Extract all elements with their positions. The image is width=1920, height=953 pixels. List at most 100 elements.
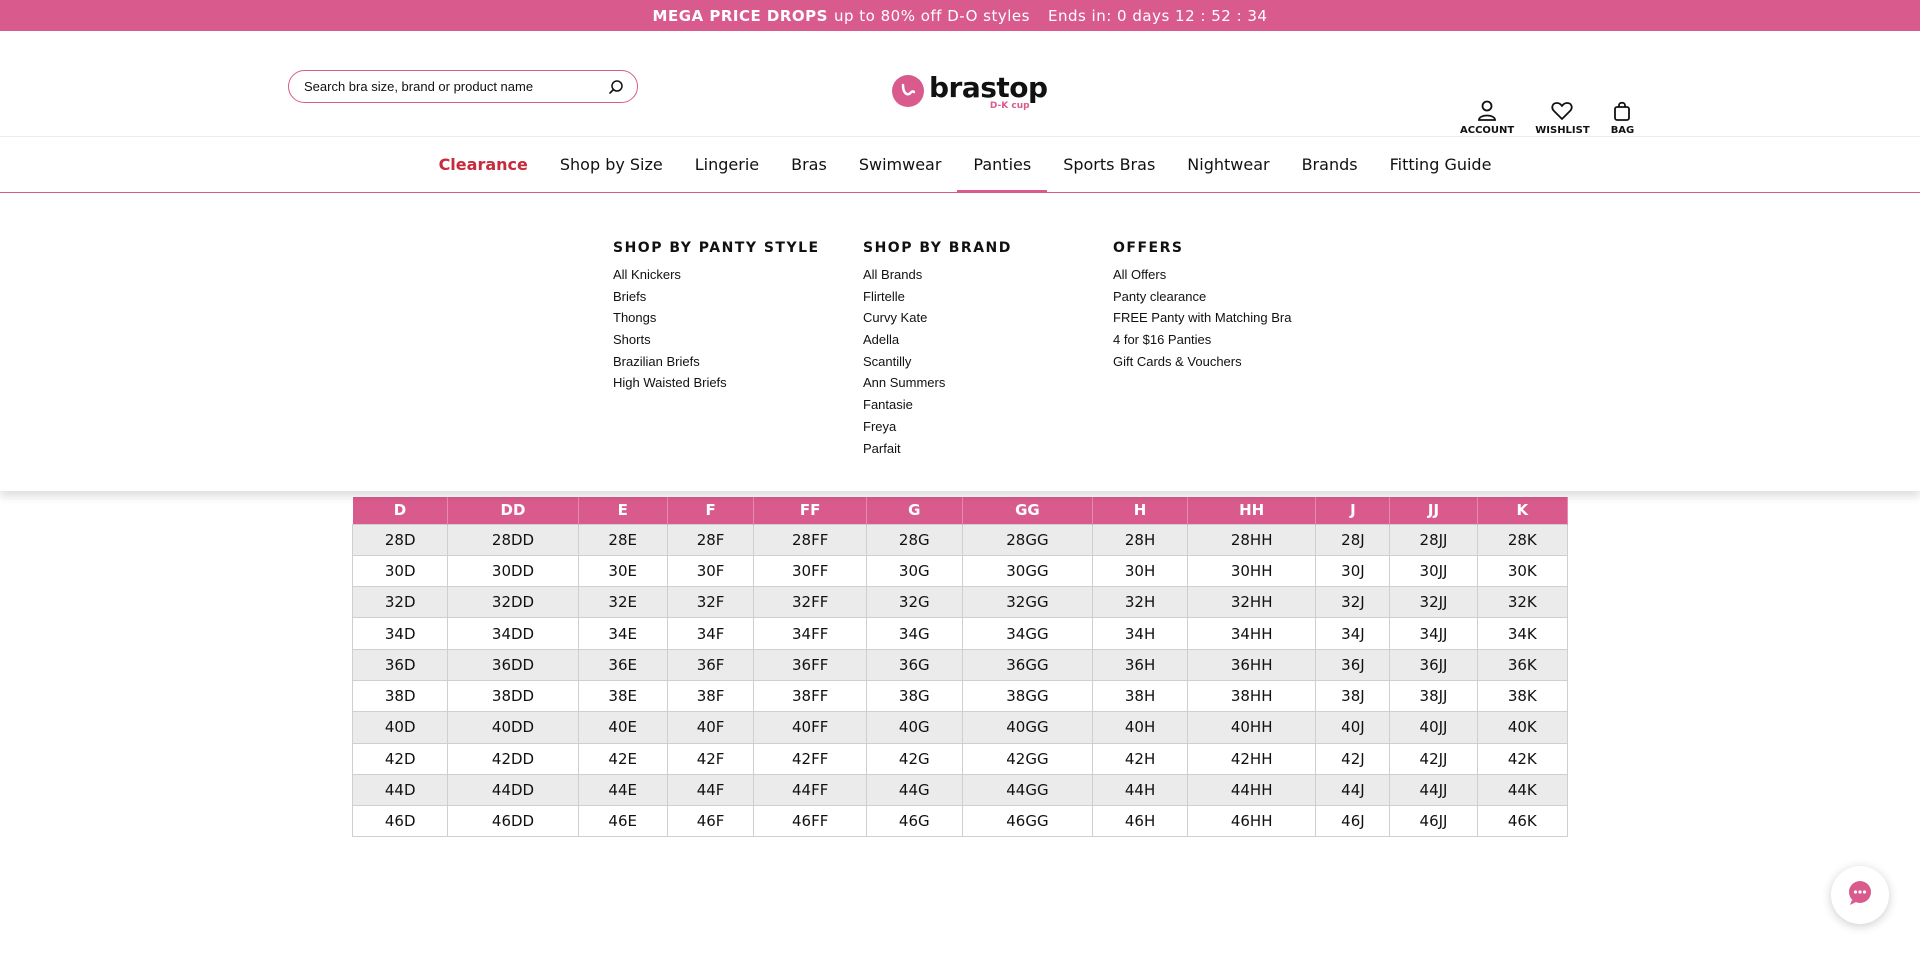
size-cell[interactable]: 40J — [1315, 711, 1391, 744]
size-cell[interactable]: 34G — [865, 617, 963, 650]
size-cell[interactable]: 30GG — [961, 554, 1094, 588]
size-cell[interactable]: 36HH — [1186, 648, 1317, 681]
mega-link[interactable]: Fantasie — [863, 394, 1012, 416]
account-button[interactable]: ACCOUNT — [1460, 99, 1514, 136]
size-cell[interactable]: 38H — [1092, 679, 1188, 713]
size-cell[interactable]: 46G — [865, 805, 963, 838]
size-cell[interactable]: 28FF — [753, 523, 867, 556]
size-cell[interactable]: 44FF — [753, 773, 867, 807]
size-cell[interactable]: 28GG — [961, 523, 1094, 556]
size-cell[interactable]: 30J — [1315, 554, 1391, 588]
size-cell[interactable]: 28K — [1476, 523, 1569, 556]
size-cell[interactable]: 46JJ — [1389, 805, 1478, 838]
size-cell[interactable]: 42J — [1315, 742, 1391, 775]
size-cell[interactable]: 34GG — [961, 617, 1094, 650]
size-cell[interactable]: 32GG — [961, 586, 1094, 619]
size-cell[interactable]: 34K — [1476, 617, 1569, 650]
size-cell[interactable]: 38K — [1476, 679, 1569, 713]
size-cell[interactable]: 32D — [351, 586, 449, 619]
nav-item-lingerie[interactable]: Lingerie — [679, 137, 775, 192]
size-cell[interactable]: 44H — [1092, 773, 1188, 807]
size-cell[interactable]: 38GG — [961, 679, 1094, 713]
size-cell[interactable]: 34H — [1092, 617, 1188, 650]
nav-item-clearance[interactable]: Clearance — [423, 137, 544, 192]
size-cell[interactable]: 34HH — [1186, 617, 1317, 650]
nav-item-nightwear[interactable]: Nightwear — [1171, 137, 1285, 192]
size-cell[interactable]: 36H — [1092, 648, 1188, 681]
size-cell[interactable]: 38DD — [447, 679, 579, 713]
size-cell[interactable]: 38JJ — [1389, 679, 1478, 713]
size-cell[interactable]: 38F — [666, 679, 755, 713]
size-cell[interactable]: 42FF — [753, 742, 867, 775]
size-cell[interactable]: 28J — [1315, 523, 1391, 556]
size-cell[interactable]: 36FF — [753, 648, 867, 681]
mega-link[interactable]: Shorts — [613, 329, 820, 351]
mega-link[interactable]: Briefs — [613, 286, 820, 308]
size-cell[interactable]: 46GG — [961, 805, 1094, 838]
size-cell[interactable]: 32J — [1315, 586, 1391, 619]
size-cell[interactable]: 36E — [577, 648, 668, 681]
size-cell[interactable]: 28E — [577, 523, 668, 556]
mega-link[interactable]: Freya — [863, 416, 1012, 438]
size-cell[interactable]: 44D — [351, 773, 449, 807]
size-cell[interactable]: 40E — [577, 711, 668, 744]
size-cell[interactable]: 44J — [1315, 773, 1391, 807]
size-cell[interactable]: 28F — [666, 523, 755, 556]
mega-link[interactable]: High Waisted Briefs — [613, 372, 820, 394]
size-cell[interactable]: 28G — [865, 523, 963, 556]
search-bar[interactable] — [288, 70, 638, 103]
size-cell[interactable]: 44HH — [1186, 773, 1317, 807]
size-cell[interactable]: 38FF — [753, 679, 867, 713]
size-cell[interactable]: 42D — [351, 742, 449, 775]
size-cell[interactable]: 42JJ — [1389, 742, 1478, 775]
size-cell[interactable]: 38HH — [1186, 679, 1317, 713]
size-cell[interactable]: 34D — [351, 617, 449, 650]
size-cell[interactable]: 34E — [577, 617, 668, 650]
size-cell[interactable]: 30FF — [753, 554, 867, 588]
size-cell[interactable]: 36J — [1315, 648, 1391, 681]
size-cell[interactable]: 42G — [865, 742, 963, 775]
size-cell[interactable]: 46J — [1315, 805, 1391, 838]
size-cell[interactable]: 30K — [1476, 554, 1569, 588]
size-cell[interactable]: 38E — [577, 679, 668, 713]
size-cell[interactable]: 46K — [1476, 805, 1569, 838]
size-cell[interactable]: 46D — [351, 805, 449, 838]
mega-link[interactable]: Adella — [863, 329, 1012, 351]
mega-link[interactable]: Gift Cards & Vouchers — [1113, 351, 1291, 373]
size-cell[interactable]: 42H — [1092, 742, 1188, 775]
promo-banner[interactable]: MEGA PRICE DROPS up to 80% off D-O style… — [0, 0, 1920, 31]
size-cell[interactable]: 32FF — [753, 586, 867, 619]
size-cell[interactable]: 28H — [1092, 523, 1188, 556]
chat-button[interactable] — [1831, 866, 1889, 924]
size-cell[interactable]: 28HH — [1186, 523, 1317, 556]
nav-item-panties[interactable]: Panties — [957, 137, 1047, 193]
size-cell[interactable]: 28D — [351, 523, 449, 556]
mega-link[interactable]: 4 for $16 Panties — [1113, 329, 1291, 351]
size-cell[interactable]: 32JJ — [1389, 586, 1478, 619]
search-input[interactable] — [304, 79, 607, 94]
size-cell[interactable]: 44DD — [447, 773, 579, 807]
size-cell[interactable]: 34FF — [753, 617, 867, 650]
nav-item-swimwear[interactable]: Swimwear — [843, 137, 958, 192]
size-cell[interactable]: 32DD — [447, 586, 579, 619]
mega-link[interactable]: All Knickers — [613, 264, 820, 286]
size-cell[interactable]: 34JJ — [1389, 617, 1478, 650]
size-cell[interactable]: 40GG — [961, 711, 1094, 744]
size-cell[interactable]: 40H — [1092, 711, 1188, 744]
size-cell[interactable]: 36D — [351, 648, 449, 681]
size-cell[interactable]: 38J — [1315, 679, 1391, 713]
size-cell[interactable]: 42F — [666, 742, 755, 775]
mega-link[interactable]: Ann Summers — [863, 372, 1012, 394]
size-cell[interactable]: 30H — [1092, 554, 1188, 588]
size-cell[interactable]: 44K — [1476, 773, 1569, 807]
size-cell[interactable]: 40F — [666, 711, 755, 744]
nav-item-sports-bras[interactable]: Sports Bras — [1047, 137, 1171, 192]
size-cell[interactable]: 40K — [1476, 711, 1569, 744]
size-cell[interactable]: 40G — [865, 711, 963, 744]
mega-link[interactable]: Brazilian Briefs — [613, 351, 820, 373]
size-cell[interactable]: 30E — [577, 554, 668, 588]
mega-link[interactable]: All Brands — [863, 264, 1012, 286]
size-cell[interactable]: 38G — [865, 679, 963, 713]
size-cell[interactable]: 30G — [865, 554, 963, 588]
size-cell[interactable]: 36DD — [447, 648, 579, 681]
